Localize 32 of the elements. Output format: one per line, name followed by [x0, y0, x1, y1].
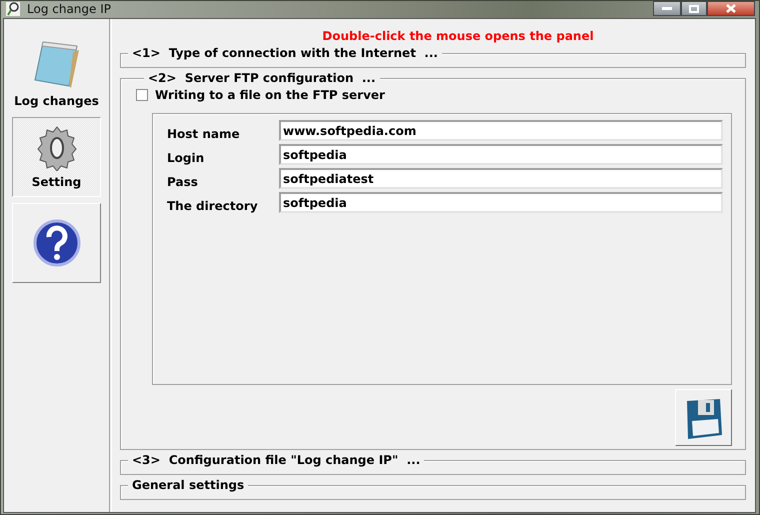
field-label: Login — [167, 151, 206, 165]
section-title: <1> Type of connection with the Internet ... — [128, 46, 442, 60]
input-field[interactable]: softpediatest — [279, 168, 723, 189]
section-panel[interactable]: <1> Type of connection with the Internet ... — [120, 46, 746, 68]
input-field[interactable]: www.softpedia.com — [279, 120, 723, 141]
help-icon — [32, 219, 80, 267]
section-title: <2> Server FTP configuration ... — [144, 71, 380, 85]
section-panel[interactable]: <3> Configuration file "Log change IP" ... — [120, 453, 746, 475]
close-button[interactable] — [707, 1, 755, 16]
checkbox[interactable] — [136, 89, 148, 101]
minimize-icon — [662, 6, 672, 10]
maximize-icon — [689, 4, 699, 12]
app-icon — [5, 1, 21, 17]
input-field[interactable]: softpedia — [279, 192, 723, 213]
section-title: <3> Configuration file "Log change IP" ... — [128, 453, 424, 467]
hint-text: Double-click the mouse opens the panel — [321, 29, 595, 43]
sidebar-button[interactable] — [12, 203, 101, 283]
minimize-button[interactable] — [653, 1, 681, 16]
sidebar-button[interactable]: Setting — [12, 117, 101, 197]
save-button[interactable] — [675, 389, 732, 446]
window-title: Log change IP — [27, 2, 112, 16]
field-label: Host name — [167, 127, 241, 141]
section-panel[interactable]: <2> Server FTP configuration ... Writing to a file on the FTP server Host name www.softpedia.com Login softpedia Pass softpediatest The directory softpedia — [120, 71, 746, 450]
checkbox-label: Writing to a file on the FTP server — [155, 88, 385, 102]
field-label: The directory — [167, 199, 259, 213]
section-panel[interactable]: General settings — [120, 478, 746, 500]
maximize-button[interactable] — [681, 1, 707, 16]
section-title: General settings — [128, 478, 248, 492]
gear-icon — [34, 125, 78, 171]
input-field[interactable]: softpedia — [279, 144, 723, 165]
field-label: Pass — [167, 175, 199, 189]
close-icon — [726, 4, 736, 13]
